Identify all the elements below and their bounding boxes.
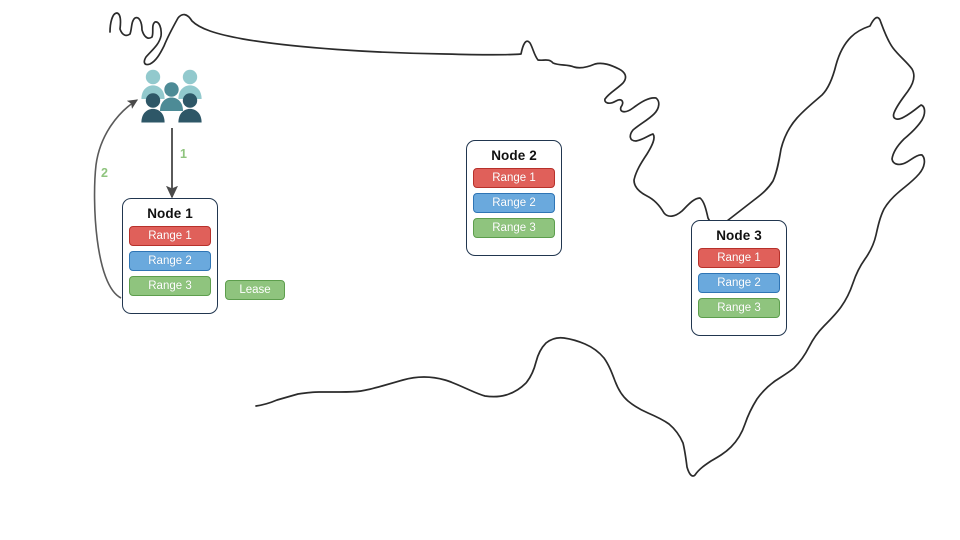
node-1-range-1[interactable]: Range 1: [129, 226, 211, 246]
node-1-range-2[interactable]: Range 2: [129, 251, 211, 271]
node-3-range-3[interactable]: Range 3: [698, 298, 780, 318]
lease-chip[interactable]: Lease: [225, 280, 285, 300]
step-2-label: 2: [101, 166, 108, 180]
node-1-box[interactable]: Node 1 Range 1 Range 2 Range 3: [122, 198, 218, 314]
node-2-title: Node 2: [491, 148, 537, 163]
node-3-range-1[interactable]: Range 1: [698, 248, 780, 268]
diagram-content: 1 2 Node 1 Range 1 Range 2 Range 3 Lease…: [0, 0, 960, 540]
step-1-label: 1: [180, 147, 187, 161]
node-3-title: Node 3: [716, 228, 762, 243]
node-2-range-3[interactable]: Range 3: [473, 218, 555, 238]
diagram-canvas: 1 2 Node 1 Range 1 Range 2 Range 3 Lease…: [0, 0, 960, 540]
clients-group-icon: [141, 69, 202, 123]
node-2-range-1[interactable]: Range 1: [473, 168, 555, 188]
node-3-range-2[interactable]: Range 2: [698, 273, 780, 293]
node-1-title: Node 1: [147, 206, 193, 221]
node-3-box[interactable]: Node 3 Range 1 Range 2 Range 3: [691, 220, 787, 336]
node-2-box[interactable]: Node 2 Range 1 Range 2 Range 3: [466, 140, 562, 256]
node-2-range-2[interactable]: Range 2: [473, 193, 555, 213]
node-1-range-3[interactable]: Range 3: [129, 276, 211, 296]
